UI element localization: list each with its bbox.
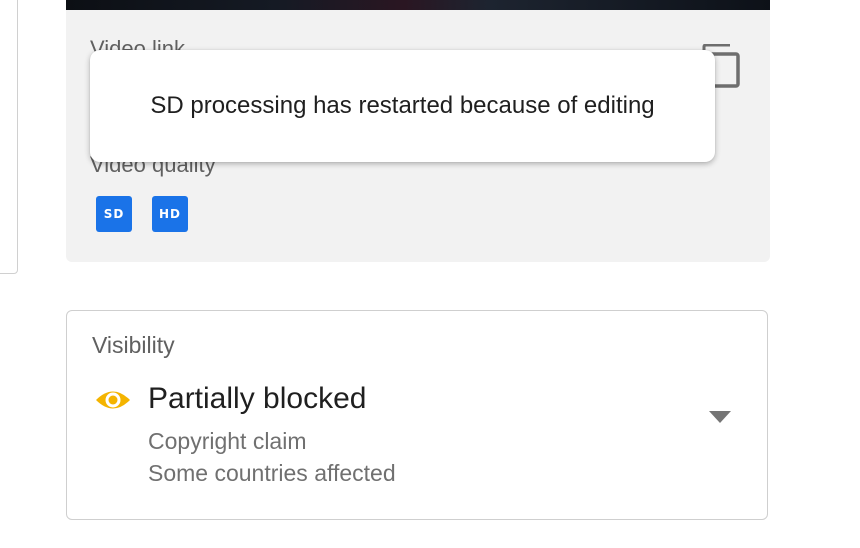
video-preview[interactable] [66, 0, 770, 10]
sd-quality-badge: SD [96, 196, 132, 232]
visibility-detail-claim: Copyright claim [148, 428, 307, 454]
visibility-status: Partially blocked [148, 382, 367, 415]
visibility-label: Visibility [92, 332, 175, 358]
hd-quality-badge: HD [152, 196, 188, 232]
visibility-selector[interactable]: Visibility Partially blocked Copyright c… [66, 310, 768, 520]
visibility-detail-countries: Some countries affected [148, 460, 396, 486]
processing-toast: SD processing has restarted because of e… [90, 50, 715, 162]
left-panel-edge [0, 0, 18, 274]
toast-message: SD processing has restarted because of e… [150, 92, 655, 119]
dropdown-arrow-icon[interactable] [707, 409, 733, 425]
eye-icon [96, 391, 130, 409]
